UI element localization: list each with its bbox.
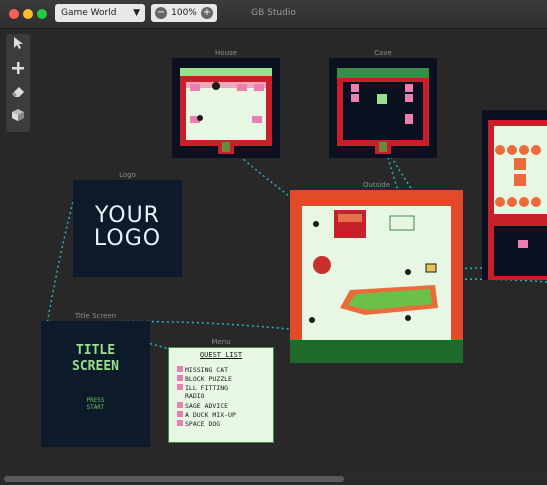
scene-label-title-screen: Title Screen	[74, 312, 117, 320]
quest-item-space-dog: SPACE DOG	[177, 420, 236, 429]
scene-label-logo: Logo	[119, 171, 136, 179]
scene-menu[interactable]: QUEST LIST MISSING CAT BLOCK PUZZLE ILL …	[168, 347, 274, 443]
cursor-icon[interactable]	[8, 36, 28, 56]
scene-label-outside: Outside	[362, 181, 391, 189]
window-title: GB Studio	[251, 8, 296, 18]
eraser-icon[interactable]	[8, 84, 28, 104]
title-line1: TITLE	[75, 343, 116, 358]
scene-label-menu: Menu	[211, 338, 231, 346]
quest-item-missing-cat: MISSING CAT	[177, 366, 236, 375]
tool-palette	[6, 34, 30, 132]
quest-item-sage-advice: SAGE ADVICE	[177, 402, 236, 411]
scene-label-house: House	[215, 49, 237, 57]
logo-line2: LOGO	[93, 226, 162, 251]
title-line2: SCREEN	[72, 359, 119, 374]
title-bar: Game World ▼ − 100% + GB Studio	[0, 0, 547, 29]
scene-house[interactable]	[172, 58, 280, 158]
horizontal-scrollbar[interactable]	[0, 474, 547, 484]
scene-logo[interactable]: YOUR LOGO	[73, 180, 182, 277]
start-text: START	[86, 404, 105, 411]
scene-label-cave: Cave	[374, 49, 392, 57]
quest-item-duck-mix-up: A DUCK MIX-UP	[177, 411, 236, 420]
scene-outside[interactable]	[290, 190, 463, 363]
scene-partial-right[interactable]	[482, 110, 547, 280]
scene-title-screen[interactable]: TITLE SCREEN PRESS START	[41, 321, 150, 447]
quest-item-block-puzzle: BLOCK PUZZLE	[177, 375, 236, 384]
plus-icon[interactable]	[8, 60, 28, 80]
quest-list-header: QUEST LIST	[199, 351, 243, 359]
quest-item-radio: RADIO	[185, 392, 205, 400]
scene-cave[interactable]	[329, 58, 437, 158]
cube-icon[interactable]	[8, 108, 28, 128]
logo-line1: YOUR	[95, 203, 160, 228]
scrollbar-thumb[interactable]	[4, 476, 344, 482]
press-text: PRESS	[86, 397, 105, 404]
